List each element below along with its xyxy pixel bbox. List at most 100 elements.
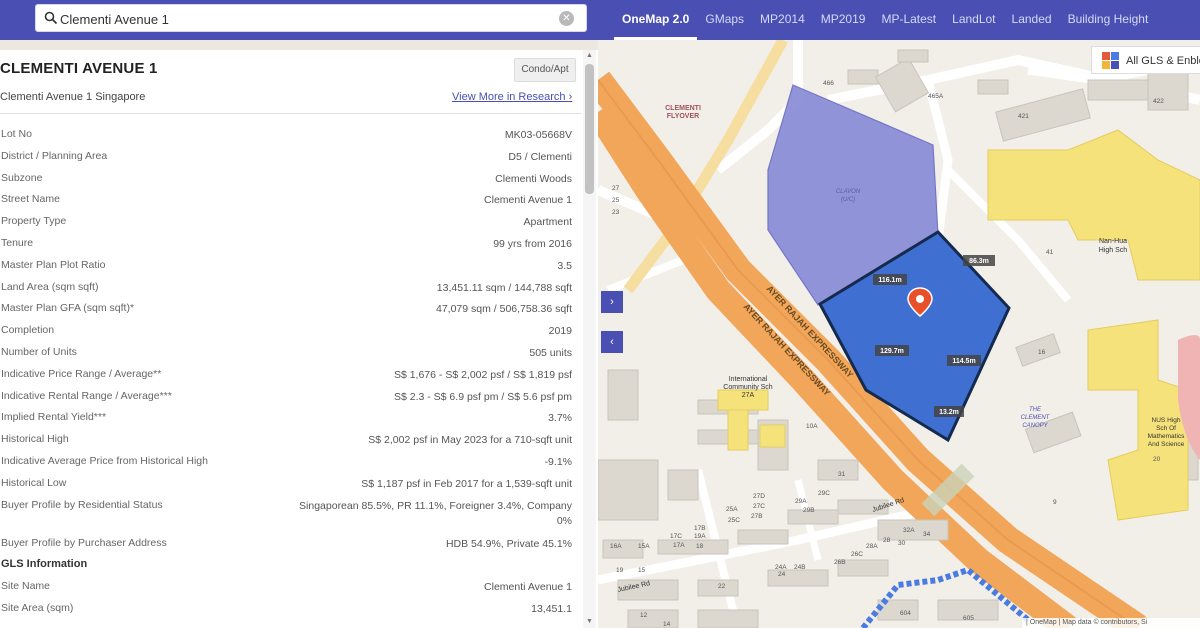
detail-value: Clementi Avenue 1: [484, 581, 572, 594]
map-view[interactable]: CLEMENTI FLYOVER CLAVON (U/C) AYER RAJAH…: [598, 40, 1200, 628]
detail-row: Buyer Profile by Residential Status Singa…: [0, 499, 572, 537]
detail-value: -9.1%: [544, 455, 572, 468]
detail-row: Master Plan Plot Ratio 3.5: [0, 259, 572, 281]
view-more-research-link[interactable]: View More in Research ›: [452, 91, 572, 103]
detail-row: District / Planning Area D5 / Clementi: [0, 150, 572, 172]
detail-row: Historical Low S$ 1,187 psf in Feb 2017 f…: [0, 477, 572, 499]
detail-key: Implied Rental Yield***: [1, 411, 107, 424]
detail-value: 99 yrs from 2016: [493, 237, 572, 250]
property-address: Clementi Avenue 1 Singapore: [0, 91, 146, 103]
tab-mp2019[interactable]: MP2019: [813, 0, 874, 40]
detail-value: 2019: [548, 325, 572, 338]
map-attribution: | OneMap | Map data © contributors, Si: [1022, 618, 1200, 628]
detail-value: Clementi Avenue 1: [484, 194, 572, 207]
chevron-right-icon: ›: [568, 91, 573, 103]
detail-row: Indicative Rental Range / Average*** S$ 2…: [0, 390, 572, 412]
gls-row: Site Area (sqm) 13,451.1: [0, 602, 572, 624]
property-title: CLEMENTI AVENUE 1: [0, 60, 158, 77]
detail-row: Number of Units 505 units: [0, 346, 572, 368]
detail-row: Indicative Average Price from Historical…: [0, 455, 572, 477]
detail-key: Historical High: [1, 433, 69, 446]
detail-key: Master Plan Plot Ratio: [1, 258, 106, 271]
detail-value: Apartment: [523, 216, 572, 229]
gls-header-label: GLS Information: [1, 558, 88, 571]
detail-key: Master Plan GFA (sqm sqft)*: [1, 302, 135, 315]
detail-key: Street Name: [1, 193, 60, 206]
property-details: Lot No MK03-05668V District / Planning Ar…: [0, 128, 572, 624]
tab-mp2014[interactable]: MP2014: [752, 0, 813, 40]
detail-value: Singaporean 85.5%, PR 11.1%, Foreigner 3…: [299, 499, 572, 527]
detail-value: 505 units: [529, 346, 572, 359]
tab-landed[interactable]: Landed: [1004, 0, 1060, 40]
detail-key: Buyer Profile by Residential Status: [1, 498, 163, 511]
map-strip: [0, 40, 598, 50]
detail-row: Lot No MK03-05668V: [0, 128, 572, 150]
map-layer-tabs: OneMap 2.0 GMaps MP2014 MP2019 MP-Latest…: [614, 0, 1156, 40]
detail-key: Site Area (sqm): [1, 601, 74, 614]
detail-key: District / Planning Area: [1, 149, 108, 162]
detail-row: Tenure 99 yrs from 2016: [0, 237, 572, 259]
detail-value: 13,451.11 sqm / 144,788 sqft: [436, 281, 572, 294]
detail-row: Land Area (sqm sqft) 13,451.11 sqm / 144,…: [0, 281, 572, 303]
tab-landlot[interactable]: LandLot: [944, 0, 1003, 40]
detail-value: S$ 2.3 - S$ 6.9 psf pm / S$ 5.6 psf pm: [393, 390, 572, 403]
detail-key: Completion: [1, 324, 55, 337]
scroll-down-icon[interactable]: ▼: [585, 618, 594, 626]
clear-search-icon[interactable]: ✕: [559, 11, 574, 26]
map-canvas[interactable]: [598, 40, 1200, 628]
detail-value: HDB 54.9%, Private 45.1%: [445, 537, 572, 550]
detail-key: Indicative Average Price from Historical…: [1, 454, 208, 467]
detail-row: Master Plan GFA (sqm sqft)* 47,079 sqm / …: [0, 302, 572, 324]
detail-row: Street Name Clementi Avenue 1: [0, 193, 572, 215]
expand-panel-button[interactable]: ›: [601, 291, 623, 313]
detail-key: Indicative Price Range / Average**: [1, 367, 162, 380]
detail-key: Land Area (sqm sqft): [1, 280, 99, 293]
detail-row: Historical High S$ 2,002 psf in May 2023 …: [0, 433, 572, 455]
gls-row: Site Name Clementi Avenue 1: [0, 580, 572, 602]
detail-key: Subzone: [1, 171, 43, 184]
detail-key: Site Name: [1, 580, 51, 593]
detail-value: 47,079 sqm / 506,758.36 sqft: [435, 303, 572, 316]
detail-key: Tenure: [1, 236, 34, 249]
detail-value: 13,451.1: [531, 602, 572, 615]
detail-value: D5 / Clementi: [508, 150, 572, 163]
search-box[interactable]: Clementi Avenue 1 ✕: [35, 4, 587, 32]
detail-row: Property Type Apartment: [0, 215, 572, 237]
detail-key: Lot No: [1, 128, 32, 140]
detail-row: Indicative Price Range / Average** S$ 1,6…: [0, 368, 572, 390]
detail-key: Number of Units: [1, 345, 77, 358]
detail-value: 3.5: [557, 259, 572, 272]
detail-key: Indicative Rental Range / Average***: [1, 389, 172, 402]
detail-row: Buyer Profile by Purchaser Address HDB 54…: [0, 537, 572, 559]
property-type-badge: Condo/Apt: [514, 58, 576, 82]
top-bar: Clementi Avenue 1 ✕ OneMap 2.0 GMaps MP2…: [0, 0, 1200, 40]
detail-row: Subzone Clementi Woods: [0, 172, 572, 194]
scroll-thumb[interactable]: [585, 64, 594, 194]
collapse-panel-button[interactable]: ‹: [601, 331, 623, 353]
layers-icon: [1102, 52, 1119, 69]
search-icon: [44, 11, 58, 25]
tab-building-height[interactable]: Building Height: [1060, 0, 1157, 40]
detail-key: Buyer Profile by Purchaser Address: [1, 536, 167, 549]
detail-key: Property Type: [1, 215, 67, 228]
detail-value: S$ 2,002 psf in May 2023 for a 710-sqft …: [368, 434, 572, 447]
view-more-label: View More in Research: [452, 91, 566, 103]
all-gls-enbloc-button[interactable]: All GLS & Enbloc: [1091, 46, 1200, 74]
property-info-panel: CLEMENTI AVENUE 1 Condo/Apt Clementi Ave…: [0, 40, 598, 628]
detail-value: MK03-05668V: [504, 129, 572, 141]
tab-mp-latest[interactable]: MP-Latest: [873, 0, 944, 40]
tab-onemap[interactable]: OneMap 2.0: [614, 0, 698, 40]
divider: [0, 113, 582, 114]
gls-button-label: All GLS & Enbloc: [1126, 55, 1200, 67]
panel-scrollbar[interactable]: ▲ ▼: [583, 50, 596, 628]
detail-row: Completion 2019: [0, 324, 572, 346]
detail-row: Implied Rental Yield*** 3.7%: [0, 411, 572, 433]
detail-value: Clementi Woods: [495, 172, 572, 185]
tab-gmaps[interactable]: GMaps: [697, 0, 752, 40]
detail-value: S$ 1,676 - S$ 2,002 psf / S$ 1,819 psf: [393, 368, 572, 381]
detail-value: 3.7%: [548, 412, 572, 425]
detail-key: Historical Low: [1, 476, 67, 489]
scroll-up-icon[interactable]: ▲: [585, 52, 594, 60]
search-input[interactable]: Clementi Avenue 1: [60, 12, 169, 27]
detail-value: S$ 1,187 psf in Feb 2017 for a 1,539-sqf…: [361, 477, 572, 490]
